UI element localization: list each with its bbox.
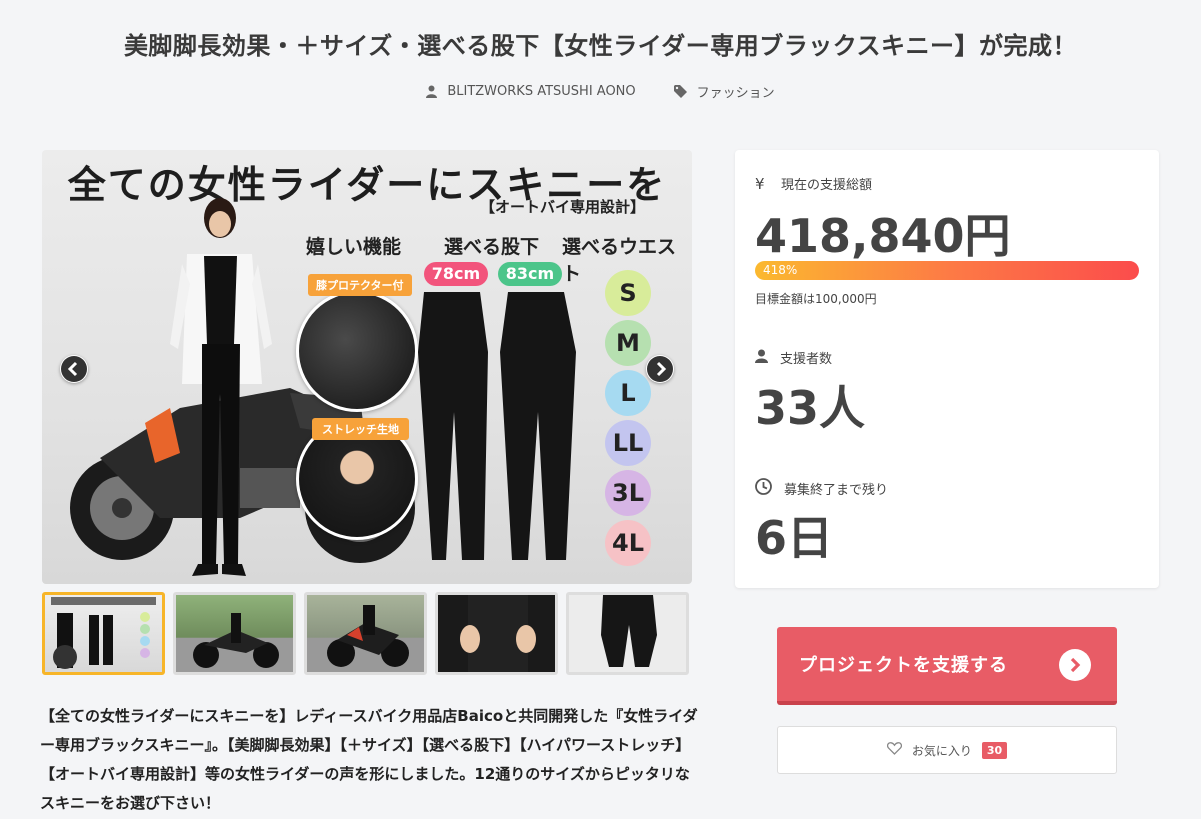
author-name: BLITZWORKS ATSUSHI AONO [447, 84, 636, 99]
backers-label: 支援者数 [755, 348, 832, 367]
hero-subhead: 【オートバイ専用設計】 [480, 198, 646, 216]
size-l-badge: L [605, 370, 651, 416]
jeans-78cm-image [418, 292, 488, 560]
user-icon [755, 349, 768, 367]
main-project-image[interactable]: 全ての女性ライダーにスキニーを 【オートバイ専用設計】 嬉しい機能 選べる股下 … [42, 150, 692, 584]
remaining-label-text: 募集終了まで残り [784, 483, 889, 498]
project-description: 【全ての女性ライダーにスキニーを】レディースバイク用品店Baicoと共同開発した… [40, 707, 698, 812]
backers-value: 33人 [755, 381, 866, 435]
inseam-83-badge: 83cm [498, 262, 562, 286]
user-icon [426, 85, 438, 98]
label-features: 嬉しい機能 [306, 236, 402, 258]
inseam-78-badge: 78cm [424, 262, 488, 286]
heart-icon [886, 742, 902, 758]
knee-protector-closeup [296, 290, 418, 412]
funding-progress-bar: 418% [755, 261, 1139, 280]
category-name: ファッション [696, 86, 775, 101]
thumbnail-2[interactable] [173, 592, 296, 675]
label-inseam: 選べる股下 [444, 236, 540, 258]
favorite-button-label: お気に入り [911, 743, 972, 758]
size-4l-badge: 4L [605, 520, 651, 566]
tag-icon [673, 85, 687, 98]
size-3l-badge: 3L [605, 470, 651, 516]
favorite-count-badge: 30 [981, 741, 1008, 759]
category-link[interactable]: ファッション [673, 82, 775, 101]
support-project-button[interactable]: プロジェクトを支援する [777, 627, 1117, 705]
project-title: 美脚脚長効果・＋サイズ・選べる股下【女性ライダー専用ブラックスキニー】が完成！ [123, 32, 1078, 60]
jeans-83cm-image [500, 292, 576, 560]
thumbnail-4[interactable] [435, 592, 558, 675]
thumbnail-3[interactable] [304, 592, 427, 675]
backers-label-text: 支援者数 [780, 352, 833, 367]
size-ll-badge: LL [605, 420, 651, 466]
image-thumbnails [42, 592, 689, 675]
project-meta: BLITZWORKS ATSUSHI AONO ファッション [0, 82, 1201, 101]
total-funding-label-text: 現在の支援総額 [781, 178, 873, 193]
thumbnail-1[interactable] [42, 592, 165, 675]
stretch-fabric-tag: ストレッチ生地 [312, 418, 409, 440]
total-funding-value: 418,840円 [755, 209, 1011, 263]
author-link[interactable]: BLITZWORKS ATSUSHI AONO [426, 82, 636, 101]
chevron-left-icon [61, 356, 87, 382]
size-s-badge: S [605, 270, 651, 316]
total-funding-label: ¥ 現在の支援総額 [755, 174, 873, 194]
favorite-button[interactable]: お気に入り 30 [777, 726, 1117, 774]
remaining-value: 6日 [755, 511, 834, 565]
funding-stats-card: ¥ 現在の支援総額 418,840円 418% 目標金額は100,000円 支援… [735, 150, 1159, 588]
next-image-button[interactable] [646, 355, 674, 383]
yen-icon: ¥ [755, 174, 765, 193]
remaining-label: 募集終了まで残り [755, 478, 888, 499]
model-photo [170, 198, 272, 576]
target-amount: 目標金額は100,000円 [755, 292, 877, 306]
thumbnail-5[interactable] [566, 592, 689, 675]
support-button-label: プロジェクトを支援する [799, 655, 1008, 676]
chevron-right-icon [1059, 649, 1091, 681]
knee-protector-tag: 膝プロテクター付 [308, 274, 412, 296]
clock-icon [755, 478, 772, 499]
size-m-badge: M [605, 320, 651, 366]
chevron-right-icon [647, 356, 673, 382]
prev-image-button[interactable] [60, 355, 88, 383]
